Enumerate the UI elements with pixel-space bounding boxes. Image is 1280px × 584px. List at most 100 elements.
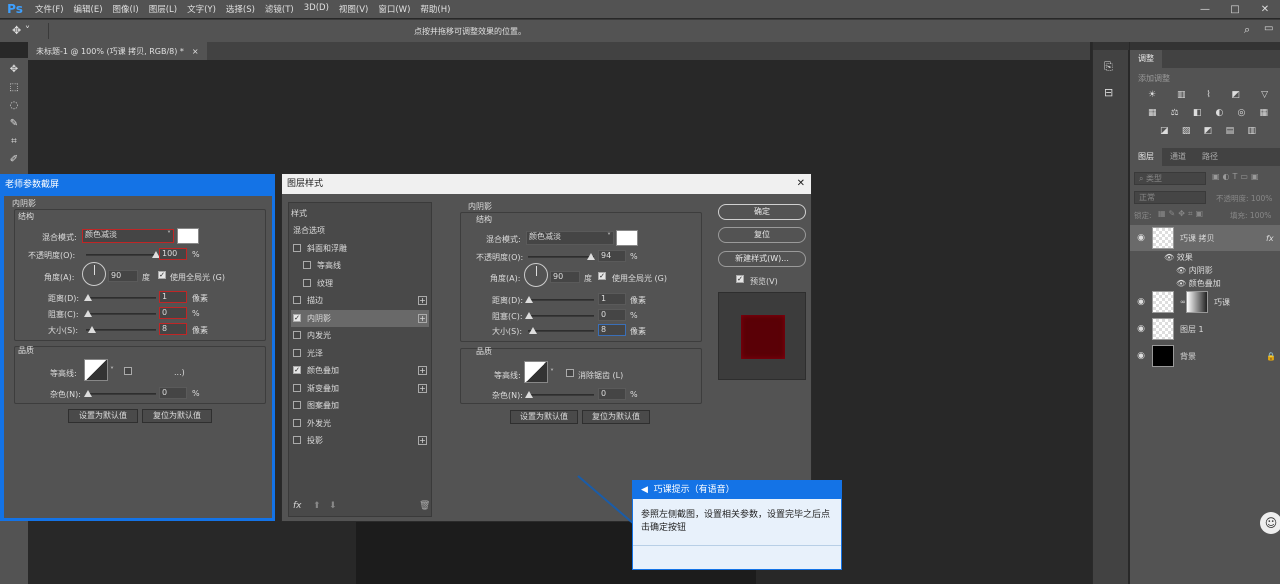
eyedropper-icon[interactable]: ✐ bbox=[6, 154, 22, 168]
style-checkbox[interactable] bbox=[293, 401, 301, 409]
history-icon[interactable]: ⎘ bbox=[1104, 60, 1113, 74]
menu-item[interactable]: 图像(I) bbox=[108, 3, 144, 15]
style-item[interactable]: ✓ 颜色叠加 + bbox=[291, 362, 429, 379]
vibrance-icon[interactable]: ▽ bbox=[1261, 90, 1268, 100]
ok-button[interactable]: 确定 bbox=[718, 204, 806, 220]
set-default-button[interactable]: 设置为默认值 bbox=[510, 410, 578, 424]
menu-item[interactable]: 视图(V) bbox=[334, 3, 373, 15]
style-item[interactable]: 图案叠加 bbox=[291, 397, 429, 414]
size-slider[interactable] bbox=[528, 330, 594, 332]
styles-header[interactable]: 样式 bbox=[291, 205, 429, 222]
layer-row-background[interactable]: ◉ 背景 🔒 bbox=[1130, 343, 1280, 369]
add-style-icon[interactable]: + bbox=[418, 436, 427, 445]
menu-item[interactable]: 选择(S) bbox=[221, 3, 260, 15]
style-checkbox[interactable] bbox=[293, 436, 301, 444]
maximize-button[interactable]: □ bbox=[1220, 0, 1250, 18]
preview-checkbox[interactable]: ✓ bbox=[736, 275, 744, 283]
add-style-icon[interactable]: + bbox=[418, 383, 427, 393]
style-checkbox[interactable]: ✓ bbox=[293, 313, 301, 322]
fx-icon[interactable]: fx bbox=[1266, 234, 1280, 243]
style-item[interactable]: 混合选项 bbox=[291, 222, 429, 239]
new-style-button[interactable]: 新建样式(W)... bbox=[718, 251, 806, 267]
lasso-icon[interactable]: ◌ bbox=[6, 100, 22, 114]
menu-item[interactable]: 帮助(H) bbox=[415, 3, 455, 15]
style-item[interactable]: 描边 + bbox=[291, 292, 429, 309]
move-down-icon[interactable]: ⬇ bbox=[329, 501, 337, 511]
reset-button[interactable]: 复位 bbox=[718, 227, 806, 243]
trash-icon[interactable]: 🗑 bbox=[419, 501, 430, 511]
style-checkbox[interactable] bbox=[293, 348, 301, 357]
style-checkbox[interactable] bbox=[293, 383, 301, 392]
contour-picker[interactable] bbox=[84, 359, 108, 381]
lookup-icon[interactable]: ▦ bbox=[1259, 108, 1268, 118]
choke-slider-knob[interactable] bbox=[525, 312, 533, 319]
style-item[interactable]: 渐变叠加 + bbox=[291, 380, 429, 397]
noise-input[interactable]: 0 bbox=[598, 388, 626, 400]
effect-color-overlay[interactable]: 👁 颜色叠加 bbox=[1176, 278, 1221, 289]
size-slider[interactable] bbox=[86, 329, 156, 331]
opacity-input[interactable]: 94 bbox=[598, 250, 626, 262]
eye-icon[interactable]: ◉ bbox=[1130, 233, 1152, 243]
close-window-button[interactable]: ✕ bbox=[1250, 0, 1280, 18]
add-style-icon[interactable]: + bbox=[418, 296, 427, 305]
layer-filter-select[interactable]: ⌕ 类型 bbox=[1134, 172, 1206, 185]
mixer-icon[interactable]: ◎ bbox=[1237, 108, 1245, 118]
style-item[interactable]: ✓ 内阴影 + bbox=[291, 309, 429, 327]
document-tab[interactable]: 未标题-1 @ 100% (巧课 拷贝, RGB/8) * × bbox=[28, 42, 207, 60]
style-item[interactable]: 等高线 bbox=[291, 257, 429, 274]
layer-row-layer1[interactable]: ◉ 图层 1 bbox=[1130, 316, 1280, 342]
move-tool-icon[interactable]: ✥ ˅ bbox=[12, 24, 30, 37]
opacity-input[interactable]: 100 bbox=[159, 248, 187, 260]
noise-slider[interactable] bbox=[86, 393, 156, 395]
distance-slider[interactable] bbox=[86, 297, 156, 299]
add-style-icon[interactable]: + bbox=[418, 313, 427, 323]
hue-icon[interactable]: ▦ bbox=[1148, 108, 1157, 118]
noise-input[interactable]: 0 bbox=[159, 387, 187, 399]
style-checkbox[interactable] bbox=[303, 278, 311, 287]
search-icon[interactable]: ⌕ bbox=[1244, 23, 1250, 37]
style-checkbox[interactable] bbox=[293, 243, 301, 252]
antialias-checkbox[interactable] bbox=[566, 369, 574, 377]
style-item[interactable]: 斜面和浮雕 bbox=[291, 240, 429, 257]
curves-icon[interactable]: ⌇ bbox=[1206, 90, 1210, 100]
add-style-icon[interactable]: + bbox=[418, 366, 427, 375]
eye-icon[interactable]: ◉ bbox=[1130, 324, 1152, 334]
shadow-color-swatch[interactable] bbox=[616, 230, 638, 246]
choke-slider[interactable] bbox=[528, 315, 594, 317]
choke-slider-knob[interactable] bbox=[84, 310, 92, 317]
menu-item[interactable]: 文件(F) bbox=[30, 3, 69, 15]
distance-slider[interactable] bbox=[528, 299, 594, 301]
contour-dropdown-icon[interactable]: ˅ bbox=[550, 368, 554, 377]
contour-picker[interactable] bbox=[524, 361, 548, 383]
crop-icon[interactable]: ⌗ bbox=[6, 136, 22, 150]
choke-input[interactable]: 0 bbox=[598, 309, 626, 321]
size-input[interactable]: 8 bbox=[598, 324, 626, 336]
bw-icon[interactable]: ◧ bbox=[1193, 108, 1202, 118]
size-input[interactable]: 8 bbox=[159, 323, 187, 335]
angle-input[interactable]: 90 bbox=[108, 270, 138, 282]
shadow-color-swatch[interactable] bbox=[177, 228, 199, 244]
close-icon[interactable]: ✕ bbox=[797, 174, 805, 194]
eye-icon[interactable]: ◉ bbox=[1130, 351, 1152, 361]
menu-item[interactable]: 图层(L) bbox=[144, 3, 182, 15]
layer-row-qiaoke-copy[interactable]: ◉ 巧课 拷贝 fx bbox=[1130, 225, 1280, 251]
marquee-icon[interactable]: ⬚ bbox=[6, 82, 22, 96]
noise-slider-knob[interactable] bbox=[84, 390, 92, 397]
menu-item[interactable]: 文字(Y) bbox=[182, 3, 221, 15]
style-checkbox[interactable] bbox=[303, 261, 311, 269]
menu-item[interactable]: 窗口(W) bbox=[373, 3, 415, 15]
size-slider-knob[interactable] bbox=[529, 327, 537, 334]
global-light-checkbox[interactable]: ✓ bbox=[158, 271, 166, 279]
choke-slider[interactable] bbox=[86, 313, 156, 315]
style-item[interactable]: 外发光 bbox=[291, 415, 429, 432]
effects-label[interactable]: 👁 效果 bbox=[1164, 252, 1193, 263]
opacity-slider[interactable] bbox=[528, 256, 594, 258]
close-tab-icon[interactable]: × bbox=[192, 47, 199, 56]
blend-mode-select[interactable]: 颜色减淡 ˅ bbox=[82, 229, 174, 243]
style-item[interactable]: 投影 + bbox=[291, 432, 429, 449]
tab-paths[interactable]: 路径 bbox=[1194, 148, 1226, 166]
move-icon[interactable]: ✥ bbox=[6, 64, 22, 78]
style-checkbox[interactable]: ✓ bbox=[293, 366, 301, 374]
angle-input[interactable]: 90 bbox=[550, 271, 580, 283]
photo-filter-icon[interactable]: ◐ bbox=[1215, 108, 1223, 118]
